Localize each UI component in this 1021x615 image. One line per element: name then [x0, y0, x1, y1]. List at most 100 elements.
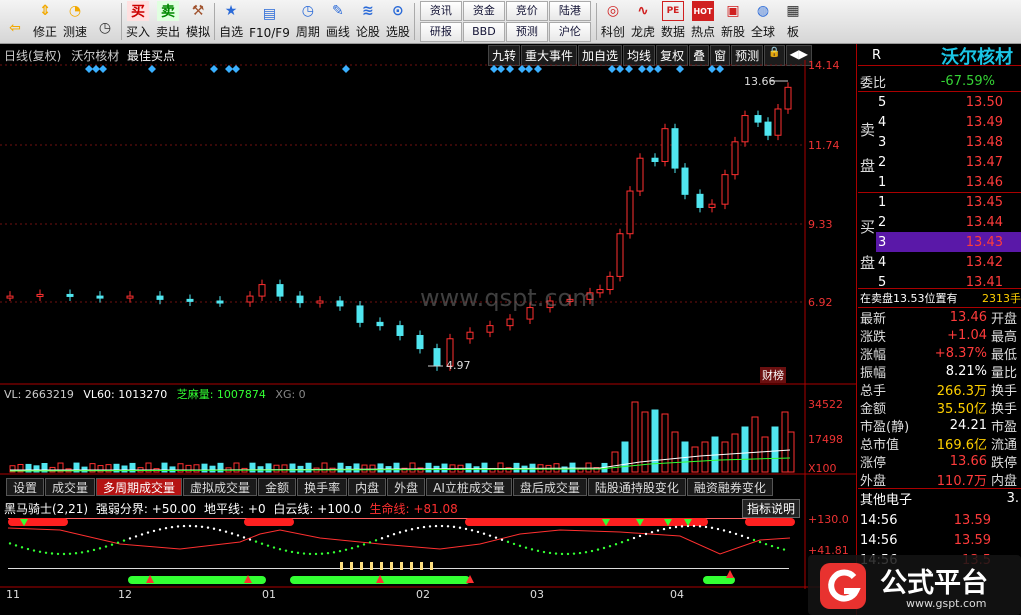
indicator-tab[interactable]: 融资融券变化: [686, 478, 773, 496]
news-badge[interactable]: 财榜: [760, 367, 786, 383]
bid-row[interactable]: 5 13.41: [876, 272, 1021, 292]
volume-bar: [465, 463, 472, 473]
indicator-dot: [692, 524, 696, 528]
bid-row[interactable]: 1 13.45: [876, 192, 1021, 212]
toolbar-grid-button[interactable]: BBD: [462, 22, 505, 42]
candle: [596, 289, 604, 294]
toolbar.right-5-button[interactable]: ◍ 全球: [748, 0, 778, 43]
indicator-dot: [680, 525, 684, 528]
indicator-tab[interactable]: 内盘: [348, 478, 387, 496]
indicator-bar: [360, 562, 363, 570]
indicator-tab[interactable]: 成交量: [45, 478, 96, 496]
toolbar-grid-button[interactable]: 竞价: [505, 1, 548, 21]
indicator-bar: [420, 562, 423, 570]
indicator-tab[interactable]: 多周期成交量: [96, 478, 183, 496]
toolbar-icon-3-button[interactable]: ◷: [90, 0, 120, 43]
kline-chart[interactable]: [0, 44, 857, 615]
toolbar.right-1-button[interactable]: ∿ 龙虎: [628, 0, 658, 43]
ask-row[interactable]: 1 13.46: [876, 172, 1021, 192]
stat-right-label: 最高: [991, 329, 1018, 345]
toolbar.right-0-button[interactable]: ◎ 科创: [598, 0, 628, 43]
ask-row[interactable]: 4 13.49: [876, 112, 1021, 132]
toolbar-grid-button[interactable]: 资金: [462, 1, 505, 21]
candle: [636, 157, 644, 192]
indicator-dot: [596, 548, 600, 551]
price-tick-1: 14.14: [808, 59, 840, 72]
candle: [376, 321, 384, 327]
indicator-tab[interactable]: 盘后成交量: [512, 478, 587, 496]
toolbar-icon-0-button[interactable]: ⇦: [0, 0, 30, 43]
toolbar-label: 模拟: [186, 25, 211, 39]
stat-label: 振幅: [860, 365, 887, 381]
chart-area[interactable]: 日线(复权) 沃尔核材 最佳买点 九转 重大事件 加自选 均线 复权叠窗预测 🔒 ◀▶ 14…: [0, 44, 857, 615]
toolbar-separator: [214, 3, 216, 40]
indicator-dot: [14, 544, 18, 547]
volume-bar: [585, 462, 592, 473]
signal-diamond: [232, 65, 240, 73]
toolbar-grid-button[interactable]: 陆港: [548, 1, 591, 21]
indicator-dot: [650, 530, 654, 534]
strong-weak-label: 强弱分界: +50.00: [95, 502, 197, 516]
indicator-tab[interactable]: 陆股通持股变化: [587, 478, 686, 496]
toolbar.left-8-button[interactable]: ▤ F10/F9: [246, 0, 293, 43]
toolbar.right-3-button[interactable]: HOT 热点: [688, 0, 718, 43]
signal-diamond: [654, 65, 662, 73]
toolbar-grid-button[interactable]: 资讯: [419, 1, 462, 21]
toolbar.left-11-button[interactable]: ≋ 论股: [353, 0, 383, 43]
toolbar-label: 修正: [33, 25, 58, 39]
indicator-dot: [236, 534, 240, 537]
bid-row[interactable]: 3 13.43: [876, 232, 1021, 252]
toolbar.left-10-button[interactable]: ✎ 画线: [323, 0, 353, 43]
toolbar.left-9-button[interactable]: ◷ 周期: [293, 0, 323, 43]
indicator-tab[interactable]: 外盘: [387, 478, 426, 496]
indicator-tab[interactable]: 金额: [258, 478, 297, 496]
indicator-explain-button[interactable]: 指标说明: [742, 499, 801, 518]
indicator-dot: [344, 548, 348, 551]
toolbar-grid-button[interactable]: 预测: [505, 22, 548, 42]
toolbar-label: 周期: [295, 25, 320, 39]
signal-diamond: [608, 65, 616, 73]
toolbar.left-7-button[interactable]: ★ 自选: [216, 0, 246, 43]
toolbar.left-5-button[interactable]: 卖卖出: [153, 0, 183, 43]
ask-row[interactable]: 2 13.47: [876, 152, 1021, 172]
indicator-tab[interactable]: 虚拟成交量: [183, 478, 258, 496]
toolbar-grid-button[interactable]: 沪伦: [548, 22, 591, 42]
buy-icon: 买: [127, 1, 150, 21]
stat-value: 8.21%: [945, 363, 987, 379]
toolbar-grid-button[interactable]: 研报: [419, 22, 462, 42]
stat-row: 市盈(静) 24.21 市盈: [858, 416, 1021, 435]
indicator-dot: [566, 552, 570, 556]
toolbar.left-1-button[interactable]: ⇕ 修正: [30, 0, 60, 43]
ask-row[interactable]: 3 13.48: [876, 132, 1021, 152]
indicator-tab[interactable]: 换手率: [297, 478, 348, 496]
signal-diamond: [518, 65, 526, 73]
max-price-label: 13.66: [744, 75, 776, 88]
indicator-dot: [110, 543, 114, 546]
board-icon: ▦: [786, 3, 800, 19]
candle: [754, 115, 762, 123]
indicator-dot: [452, 525, 456, 529]
toolbar.left-6-button[interactable]: ⚒ 模拟: [183, 0, 213, 43]
toolbar.right-6-button[interactable]: ▦ 板: [778, 0, 808, 43]
indicator-tab[interactable]: AI立桩成交量: [426, 478, 512, 496]
bid-row[interactable]: 2 13.44: [876, 212, 1021, 232]
volume-bar: [289, 463, 296, 473]
indicator-dot: [542, 550, 546, 554]
indicator-dot: [734, 532, 738, 536]
indicator-tab[interactable]: 设置: [6, 478, 45, 496]
indicator-dot: [146, 531, 150, 534]
toolbar.left-12-button[interactable]: ⊙ 选股: [383, 0, 413, 43]
candle: [96, 295, 104, 299]
volume-bar: [353, 463, 360, 473]
toolbar.right-2-button[interactable]: PE 数据: [658, 0, 688, 43]
bid-row[interactable]: 4 13.42: [876, 252, 1021, 272]
toolbar.left-2-button[interactable]: ◔ 测速: [60, 0, 90, 43]
candle: [764, 121, 772, 136]
stat-row: 振幅 8.21% 量比: [858, 362, 1021, 381]
volume-bar: [393, 462, 400, 473]
strong-zone-bar: [244, 518, 294, 526]
indicator-dot: [620, 541, 624, 544]
toolbar.right-4-button[interactable]: ▣ 新股: [718, 0, 748, 43]
ask-row[interactable]: 5 13.50: [876, 92, 1021, 112]
toolbar.left-4-button[interactable]: 买买入: [123, 0, 153, 43]
